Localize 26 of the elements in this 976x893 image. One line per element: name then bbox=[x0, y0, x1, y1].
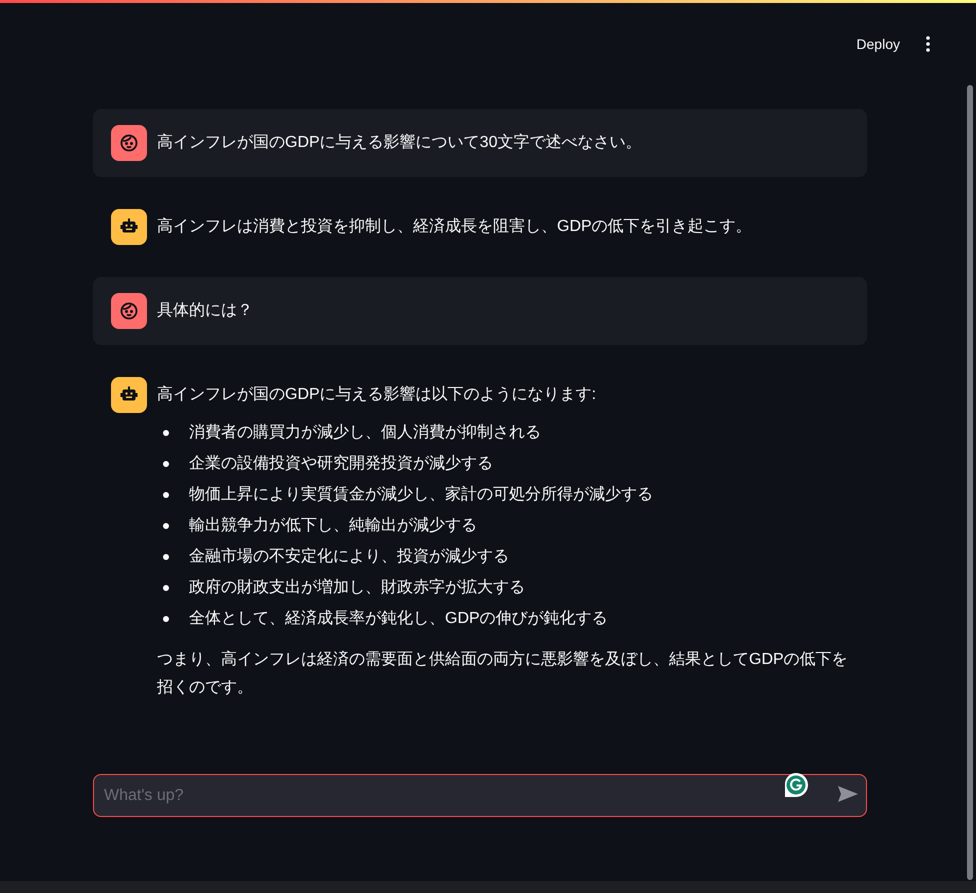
send-icon[interactable] bbox=[837, 785, 859, 803]
list-item: 物価上昇により実質賃金が減少し、家計の可処分所得が減少する bbox=[189, 486, 653, 503]
message-text: 高インフレが国のGDPに与える影響は以下のようになります: bbox=[157, 384, 598, 405]
face-icon bbox=[119, 301, 139, 321]
message-text: 具体的には？ bbox=[157, 301, 253, 321]
bullet-icon bbox=[163, 430, 169, 436]
bullet-icon bbox=[163, 523, 169, 529]
bullet-icon bbox=[163, 492, 169, 498]
message-text: 高インフレは消費と投資を抑制し、経済成長を阻害し、GDPの低下を引き起こす。 bbox=[157, 216, 752, 237]
list-item: 全体として、経済成長率が鈍化し、GDPの伸びが鈍化する bbox=[189, 610, 608, 627]
bullet-icon bbox=[163, 554, 169, 560]
scrollbar[interactable] bbox=[967, 85, 973, 880]
message-text: つまり、高インフレは経済の需要面と供給面の両方に悪影響を及ぼし、結果としてGDPの低下を招くのです。 bbox=[157, 650, 849, 698]
bullet-icon bbox=[163, 616, 169, 622]
bullet-icon bbox=[163, 585, 169, 591]
face-icon bbox=[119, 133, 139, 153]
bullet-icon bbox=[163, 461, 169, 467]
chat-input[interactable]: What's up? bbox=[93, 774, 867, 817]
list-item: 企業の設備投資や研究開発投資が減少する bbox=[189, 455, 493, 472]
list-item: 消費者の購買力が減少し、個人消費が抑制される bbox=[189, 424, 541, 441]
list-item: 輸出競争力が低下し、純輸出が減少する bbox=[189, 517, 477, 534]
extension-icon[interactable] bbox=[783, 772, 809, 798]
message-text: 高インフレが国のGDPに与える影響について30文字で述べなさい。 bbox=[157, 132, 642, 153]
list-item: 政府の財政支出が増加し、財政赤字が拡大する bbox=[189, 579, 525, 596]
list-item: 金融市場の不安定化により、投資が減少する bbox=[189, 548, 509, 565]
deploy-button[interactable]: Deploy bbox=[846, 32, 910, 56]
